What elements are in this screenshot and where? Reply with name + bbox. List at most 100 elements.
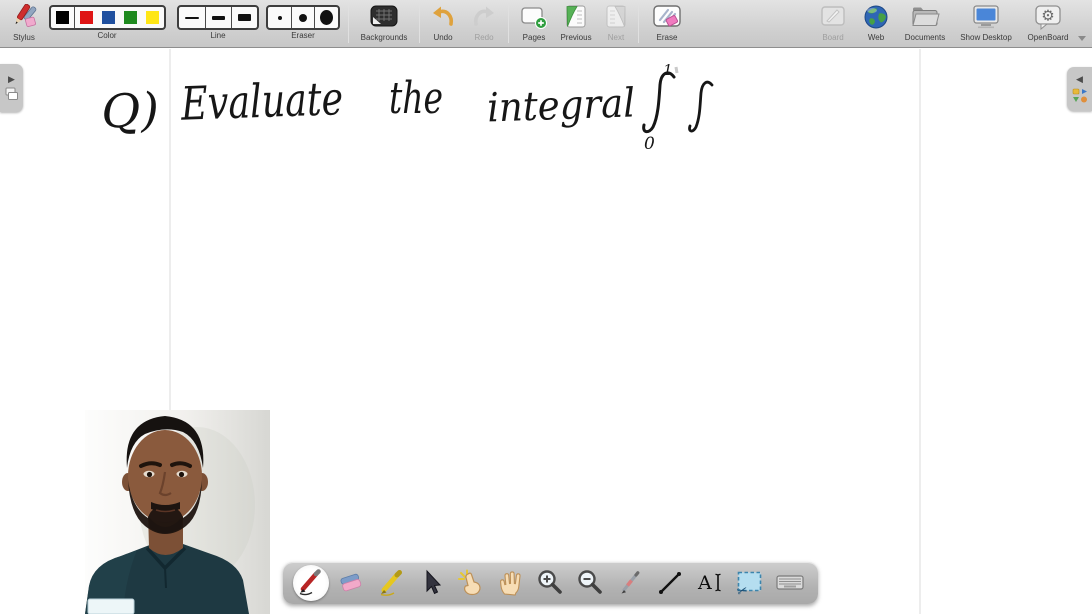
previous-icon bbox=[564, 2, 588, 32]
next-label: Next bbox=[608, 33, 624, 43]
presenter-portrait bbox=[85, 410, 270, 614]
eraser-medium-button[interactable] bbox=[291, 7, 314, 28]
handwriting-integral-sign-2 bbox=[690, 82, 712, 131]
virtual-keyboard-icon bbox=[775, 568, 805, 598]
board-button[interactable]: Board bbox=[813, 2, 853, 47]
library-panel-tab[interactable]: ◀ bbox=[1067, 67, 1092, 111]
redo-icon bbox=[471, 2, 497, 32]
toolbar-spacer bbox=[687, 2, 813, 47]
webcam-video-overlay bbox=[85, 410, 270, 614]
documents-folder-icon bbox=[910, 2, 940, 32]
zoom-out-icon bbox=[575, 568, 605, 598]
openboard-menu-button[interactable]: ⚙ OpenBoard bbox=[1020, 2, 1076, 47]
open-hand-icon bbox=[496, 568, 526, 598]
left-panel-tab[interactable]: ▶ bbox=[0, 64, 23, 112]
text-tool-button[interactable]: A bbox=[692, 565, 728, 601]
toolbar-separator bbox=[419, 5, 420, 43]
zoom-in-tool-button[interactable] bbox=[532, 565, 568, 601]
stylus-button[interactable]: Stylus bbox=[4, 2, 44, 47]
redo-label: Redo bbox=[474, 33, 493, 43]
handwriting-upper-limit: 1 bbox=[663, 61, 673, 79]
line-thin-button[interactable] bbox=[179, 7, 205, 28]
undo-button[interactable]: Undo bbox=[423, 2, 463, 47]
toolbar-overflow-arrow[interactable] bbox=[1078, 36, 1086, 41]
backgrounds-label: Backgrounds bbox=[361, 33, 408, 43]
handwriting-integral-sign-1 bbox=[644, 73, 674, 132]
line-icon bbox=[655, 568, 685, 598]
show-desktop-label: Show Desktop bbox=[960, 33, 1012, 43]
cursor-arrow-icon bbox=[416, 568, 446, 598]
top-toolbar: Stylus Color Line bbox=[0, 0, 1092, 48]
color-swatch-yellow[interactable] bbox=[146, 11, 159, 24]
line-medium-button[interactable] bbox=[205, 7, 231, 28]
next-button[interactable]: Next bbox=[598, 2, 634, 47]
openboard-label: OpenBoard bbox=[1028, 33, 1069, 43]
color-swatches bbox=[49, 5, 166, 30]
stylus-label: Stylus bbox=[13, 33, 35, 43]
line-label: Line bbox=[210, 31, 225, 41]
capture-tool-button[interactable]: ✂ bbox=[732, 565, 768, 601]
pan-tool-button[interactable] bbox=[493, 565, 529, 601]
line-tool-button[interactable] bbox=[652, 565, 688, 601]
laser-pointer-icon bbox=[615, 568, 645, 598]
whiteboard-canvas[interactable]: Q) Evaluate the integral 1 0 ▶ ◀ bbox=[0, 49, 1092, 614]
show-desktop-button[interactable]: Show Desktop bbox=[952, 2, 1020, 47]
color-swatch-red[interactable] bbox=[80, 11, 93, 24]
handwriting-lower-limit: 0 bbox=[644, 134, 655, 154]
erase-button[interactable]: Erase bbox=[647, 2, 687, 47]
line-thick-button[interactable] bbox=[231, 7, 257, 28]
eraser-large-button[interactable] bbox=[314, 7, 338, 28]
eraser-tool-button[interactable] bbox=[333, 565, 369, 601]
svg-text:⚙: ⚙ bbox=[1041, 7, 1054, 25]
color-label: Color bbox=[97, 31, 116, 41]
redo-button[interactable]: Redo bbox=[464, 2, 504, 47]
eraser-small-button[interactable] bbox=[268, 7, 291, 28]
web-button[interactable]: Web bbox=[858, 2, 894, 47]
openboard-gear-icon: ⚙ bbox=[1034, 2, 1062, 32]
toolbar-separator bbox=[348, 5, 349, 43]
page-margin-line-right bbox=[919, 49, 921, 614]
pointer-tool-button[interactable] bbox=[612, 565, 648, 601]
documents-label: Documents bbox=[905, 33, 945, 43]
documents-button[interactable]: Documents bbox=[898, 2, 952, 47]
show-desktop-monitor-icon bbox=[971, 2, 1001, 32]
color-swatch-green[interactable] bbox=[124, 11, 137, 24]
previous-button[interactable]: Previous bbox=[554, 2, 598, 47]
library-icon bbox=[1072, 87, 1088, 103]
color-swatch-blue[interactable] bbox=[102, 11, 115, 24]
previous-label: Previous bbox=[560, 33, 591, 43]
text-icon: A bbox=[695, 568, 725, 598]
zoom-in-icon bbox=[535, 568, 565, 598]
handwriting-integral-word: integral bbox=[486, 80, 636, 131]
eraser-icon bbox=[336, 568, 366, 598]
interact-tool-button[interactable] bbox=[453, 565, 489, 601]
backgrounds-button[interactable]: Backgrounds bbox=[353, 2, 415, 47]
pages-button[interactable]: Pages bbox=[514, 2, 554, 47]
eraser-label: Eraser bbox=[291, 31, 315, 41]
page-thumbnails-icon bbox=[4, 87, 20, 102]
handwriting-the: the bbox=[389, 73, 443, 124]
pages-icon bbox=[520, 2, 548, 32]
backgrounds-icon bbox=[369, 2, 399, 32]
board-icon bbox=[820, 2, 846, 32]
color-swatch-black[interactable] bbox=[51, 7, 74, 28]
erase-label: Erase bbox=[657, 33, 678, 43]
keyboard-tool-button[interactable] bbox=[772, 565, 808, 601]
eraser-group: Eraser bbox=[267, 2, 339, 47]
pointing-hand-icon bbox=[456, 568, 486, 598]
stylus-toolbar: A ✂ bbox=[283, 562, 818, 604]
erase-icon bbox=[652, 2, 682, 32]
pages-label: Pages bbox=[523, 33, 546, 43]
pen-icon bbox=[296, 568, 326, 598]
zoom-out-tool-button[interactable] bbox=[572, 565, 608, 601]
color-group: Color bbox=[48, 2, 166, 47]
undo-label: Undo bbox=[433, 33, 452, 43]
text-tool-glyph: A bbox=[697, 572, 712, 594]
selector-tool-button[interactable] bbox=[413, 565, 449, 601]
next-icon bbox=[604, 2, 628, 32]
expand-right-arrow-icon: ▶ bbox=[8, 75, 15, 84]
pen-tool-button[interactable] bbox=[293, 565, 329, 601]
board-label: Board bbox=[822, 33, 843, 43]
marker-tool-button[interactable] bbox=[373, 565, 409, 601]
stylus-icon bbox=[9, 2, 39, 32]
